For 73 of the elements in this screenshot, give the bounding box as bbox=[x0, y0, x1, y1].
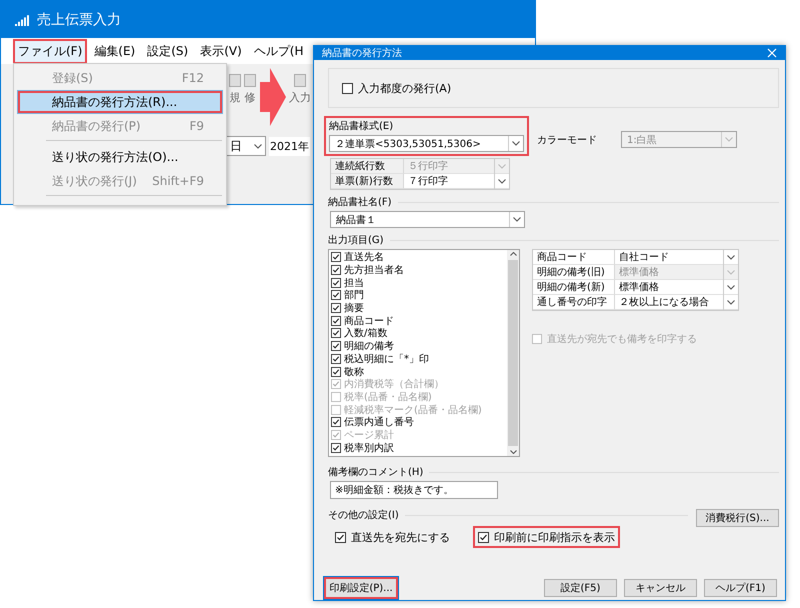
menu-item[interactable]: 表示(V) bbox=[195, 38, 247, 64]
list-item[interactable]: 部門 bbox=[331, 289, 505, 302]
menu-item[interactable]: ヘルプ(H bbox=[248, 38, 308, 64]
arrow-right-icon bbox=[260, 68, 286, 126]
chevron-down-icon[interactable] bbox=[510, 450, 516, 454]
group-label: 出力項目(G) bbox=[328, 234, 384, 247]
chevron-down-icon[interactable] bbox=[254, 144, 262, 148]
checkbox[interactable] bbox=[331, 303, 341, 314]
tax-line-button[interactable]: 消費税行(S)... bbox=[696, 509, 779, 527]
table-cell: 明細の備考(新) bbox=[533, 280, 615, 295]
checkbox[interactable] bbox=[331, 442, 341, 453]
option-dropdown[interactable]: ２枚以上になる場合 bbox=[615, 295, 738, 310]
window-title: 売上伝票入力 bbox=[37, 10, 121, 28]
toolbar-button[interactable]: 入力 bbox=[289, 68, 311, 105]
checkbox[interactable] bbox=[331, 354, 341, 364]
list-item[interactable]: 先方担当者名 bbox=[331, 264, 505, 276]
checkbox[interactable] bbox=[331, 290, 341, 300]
year-text: 2021年 bbox=[269, 136, 310, 156]
list-item[interactable]: 伝票内通し番号 bbox=[331, 416, 505, 429]
table-cell: 商品コード bbox=[533, 250, 615, 265]
group-label: その他の設定(I) bbox=[328, 508, 399, 522]
checkbox[interactable] bbox=[342, 82, 353, 94]
close-icon[interactable] bbox=[767, 48, 777, 58]
toolbar-button[interactable]: 規 bbox=[229, 68, 241, 105]
dialog-button[interactable]: ヘルプ(F1) bbox=[704, 579, 777, 597]
dialog-button[interactable]: 設定(F5) bbox=[544, 579, 617, 597]
group-label: 備考欄のコメント(H) bbox=[328, 466, 424, 479]
menu-item[interactable]: 納品書の発行方法(R)... bbox=[17, 90, 223, 114]
table-cell: 明細の備考(旧) bbox=[533, 265, 615, 280]
menu-item[interactable]: 編集(E) bbox=[89, 38, 140, 64]
list-item[interactable]: 入数/箱数 bbox=[331, 327, 505, 340]
list-item[interactable]: 摘要 bbox=[331, 302, 505, 314]
checkbox[interactable] bbox=[331, 341, 341, 352]
toolbar-button[interactable]: 修 bbox=[244, 68, 256, 105]
dialog-button[interactable]: キャンセル bbox=[624, 579, 697, 597]
menu-item[interactable]: 送り状の発行方法(O)... bbox=[17, 145, 223, 169]
checkbox[interactable] bbox=[335, 532, 346, 542]
list-item[interactable]: 税込明細に「*」印 bbox=[331, 352, 505, 366]
list-item[interactable]: 敬称 bbox=[331, 365, 505, 378]
checkbox-row[interactable]: 入力都度の発行(A) bbox=[337, 77, 456, 99]
list-item[interactable]: 明細の備考 bbox=[331, 340, 505, 352]
date-field[interactable]: 日 bbox=[226, 136, 266, 156]
list-item[interactable]: 商品コード bbox=[331, 314, 505, 328]
option-dropdown[interactable]: 標準価格 bbox=[615, 280, 738, 295]
checkbox[interactable] bbox=[331, 278, 341, 288]
option-dropdown[interactable]: 自社コード bbox=[615, 250, 738, 265]
menu-item[interactable]: 設定(S) bbox=[142, 38, 194, 64]
comment-field[interactable]: ※明細金額：税抜きです。 bbox=[330, 481, 498, 499]
lines-dropdown[interactable]: ７行印字 bbox=[404, 174, 509, 189]
group-label: 納品書様式(E) bbox=[329, 120, 394, 133]
checkbox[interactable] bbox=[331, 316, 341, 326]
menu-item[interactable]: ファイル(F) bbox=[13, 38, 88, 64]
checkbox-row[interactable]: 印刷前に印刷指示を表示 bbox=[473, 526, 620, 548]
list-item[interactable]: 担当 bbox=[331, 276, 505, 290]
checkbox[interactable] bbox=[331, 252, 341, 262]
group-label: 納品書社名(F) bbox=[328, 196, 392, 209]
checkbox[interactable] bbox=[331, 265, 341, 276]
signal-bars-icon bbox=[15, 14, 29, 26]
list-item[interactable]: 税率別内訳 bbox=[331, 441, 505, 454]
checkbox[interactable] bbox=[331, 366, 341, 377]
list-item[interactable]: 直送先名 bbox=[331, 251, 505, 264]
format-dropdown[interactable]: ２連単票<5303,53051,5306> bbox=[329, 135, 524, 152]
dialog-title: 納品書の発行方法 bbox=[322, 46, 402, 60]
scrollbar[interactable] bbox=[507, 250, 519, 456]
checkbox-row[interactable]: 直送先を宛先にする bbox=[330, 526, 455, 548]
print-settings-button[interactable]: 印刷設定(P)... bbox=[323, 576, 399, 600]
chevron-up-icon[interactable] bbox=[510, 252, 516, 256]
checkbox[interactable] bbox=[331, 328, 341, 338]
color-mode-label: カラーモード bbox=[537, 134, 597, 146]
checkbox[interactable] bbox=[478, 532, 489, 542]
company-dropdown[interactable]: 納品書１ bbox=[330, 211, 525, 228]
table-cell: 通し番号の印字 bbox=[533, 295, 615, 310]
checkbox[interactable] bbox=[331, 417, 341, 428]
